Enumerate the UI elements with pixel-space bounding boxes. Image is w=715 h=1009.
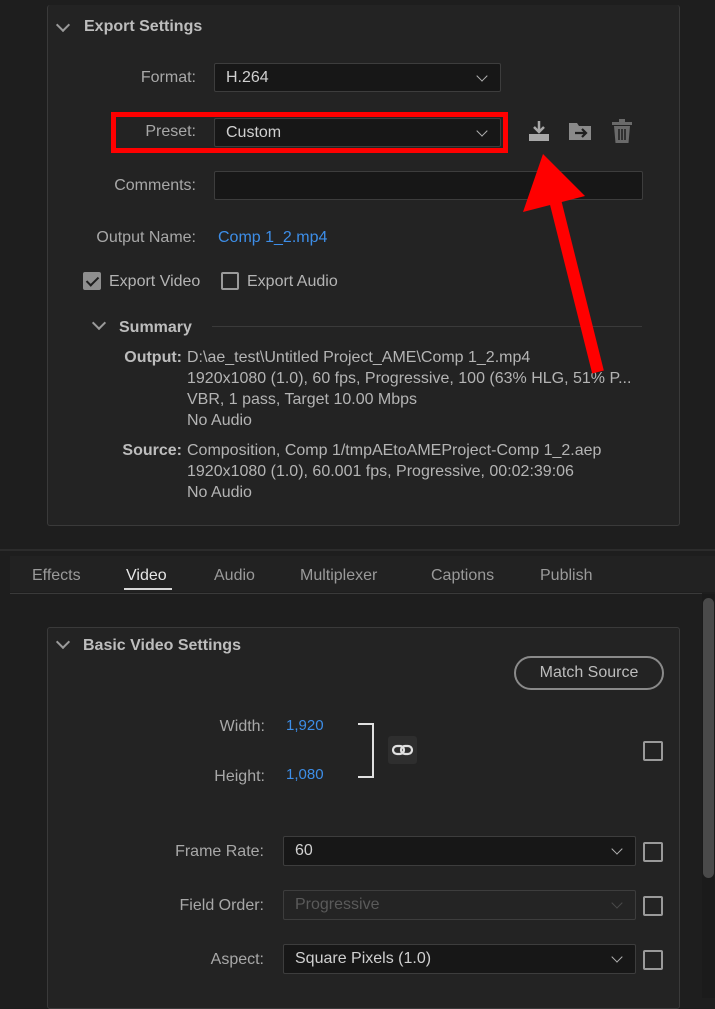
tab-audio[interactable]: Audio (214, 567, 255, 585)
chain-link-icon[interactable] (388, 736, 417, 764)
tab-publish[interactable]: Publish (540, 567, 592, 585)
comments-label: Comments: (114, 177, 196, 194)
summary-title: Summary (119, 319, 192, 336)
frame-rate-checkbox[interactable] (643, 842, 663, 862)
chevron-down-icon (611, 897, 623, 909)
width-value[interactable]: 1,920 (286, 717, 324, 734)
tab-multiplexer[interactable]: Multiplexer (300, 567, 377, 585)
frame-rate-value: 60 (295, 842, 313, 859)
field-order-label: Field Order: (179, 897, 264, 914)
match-source-label: Match Source (539, 664, 639, 681)
frame-rate-label: Frame Rate: (175, 843, 264, 860)
summary-source-line: No Audio (187, 484, 252, 501)
summary-source-line: Composition, Comp 1/tmpAEtoAMEProject-Co… (187, 442, 602, 459)
aspect-dropdown[interactable]: Square Pixels (1.0) (283, 944, 636, 974)
aspect-label: Aspect: (210, 951, 264, 968)
aspect-value: Square Pixels (1.0) (295, 950, 432, 967)
width-label: Width: (219, 718, 265, 735)
basic-video-title: Basic Video Settings (83, 637, 241, 654)
output-name-label: Output Name: (96, 229, 196, 246)
output-name-link[interactable]: Comp 1_2.mp4 (218, 229, 327, 247)
delete-preset-icon[interactable] (610, 117, 634, 145)
export-video-label: Export Video (109, 273, 201, 290)
match-source-button[interactable]: Match Source (514, 656, 664, 690)
export-video-checkbox[interactable] (83, 272, 101, 290)
tab-effects[interactable]: Effects (32, 567, 81, 585)
summary-output-line: No Audio (187, 412, 252, 429)
panel-separator (0, 549, 715, 551)
annotation-highlight-box (111, 112, 508, 153)
height-value[interactable]: 1,080 (286, 766, 324, 783)
tab-bar-divider (10, 593, 702, 594)
import-preset-icon[interactable] (566, 118, 594, 144)
aspect-checkbox[interactable] (643, 950, 663, 970)
export-audio-label: Export Audio (247, 273, 338, 290)
tab-video-underline (124, 588, 172, 590)
tab-captions[interactable]: Captions (431, 567, 494, 585)
summary-output-line: VBR, 1 pass, Target 10.00 Mbps (187, 391, 418, 408)
chevron-down-icon (476, 70, 488, 82)
summary-source-key: Source: (122, 442, 182, 459)
summary-output-key: Output: (124, 349, 182, 366)
save-preset-icon[interactable] (526, 118, 552, 144)
dimension-bracket (358, 723, 374, 778)
chevron-down-icon (611, 843, 623, 855)
summary-source-line: 1920x1080 (1.0), 60.001 fps, Progressive… (187, 463, 574, 480)
summary-output-line: D:\ae_test\Untitled Project_AME\Comp 1_2… (187, 349, 531, 366)
format-label: Format: (140, 69, 196, 86)
export-audio-checkbox[interactable] (221, 272, 239, 290)
format-value: H.264 (226, 69, 269, 86)
format-dropdown[interactable]: H.264 (214, 63, 501, 92)
annotation-arrow (523, 154, 604, 374)
resize-video-checkbox[interactable] (643, 741, 663, 761)
export-settings-title: Export Settings (84, 18, 203, 35)
field-order-dropdown: Progressive (283, 890, 636, 920)
field-order-value: Progressive (295, 896, 380, 913)
chevron-down-icon (611, 951, 623, 963)
frame-rate-dropdown[interactable]: 60 (283, 836, 636, 866)
tab-video[interactable]: Video (126, 567, 167, 585)
scrollbar-thumb[interactable] (703, 598, 714, 878)
height-label: Height: (214, 768, 265, 785)
field-order-checkbox[interactable] (643, 896, 663, 916)
